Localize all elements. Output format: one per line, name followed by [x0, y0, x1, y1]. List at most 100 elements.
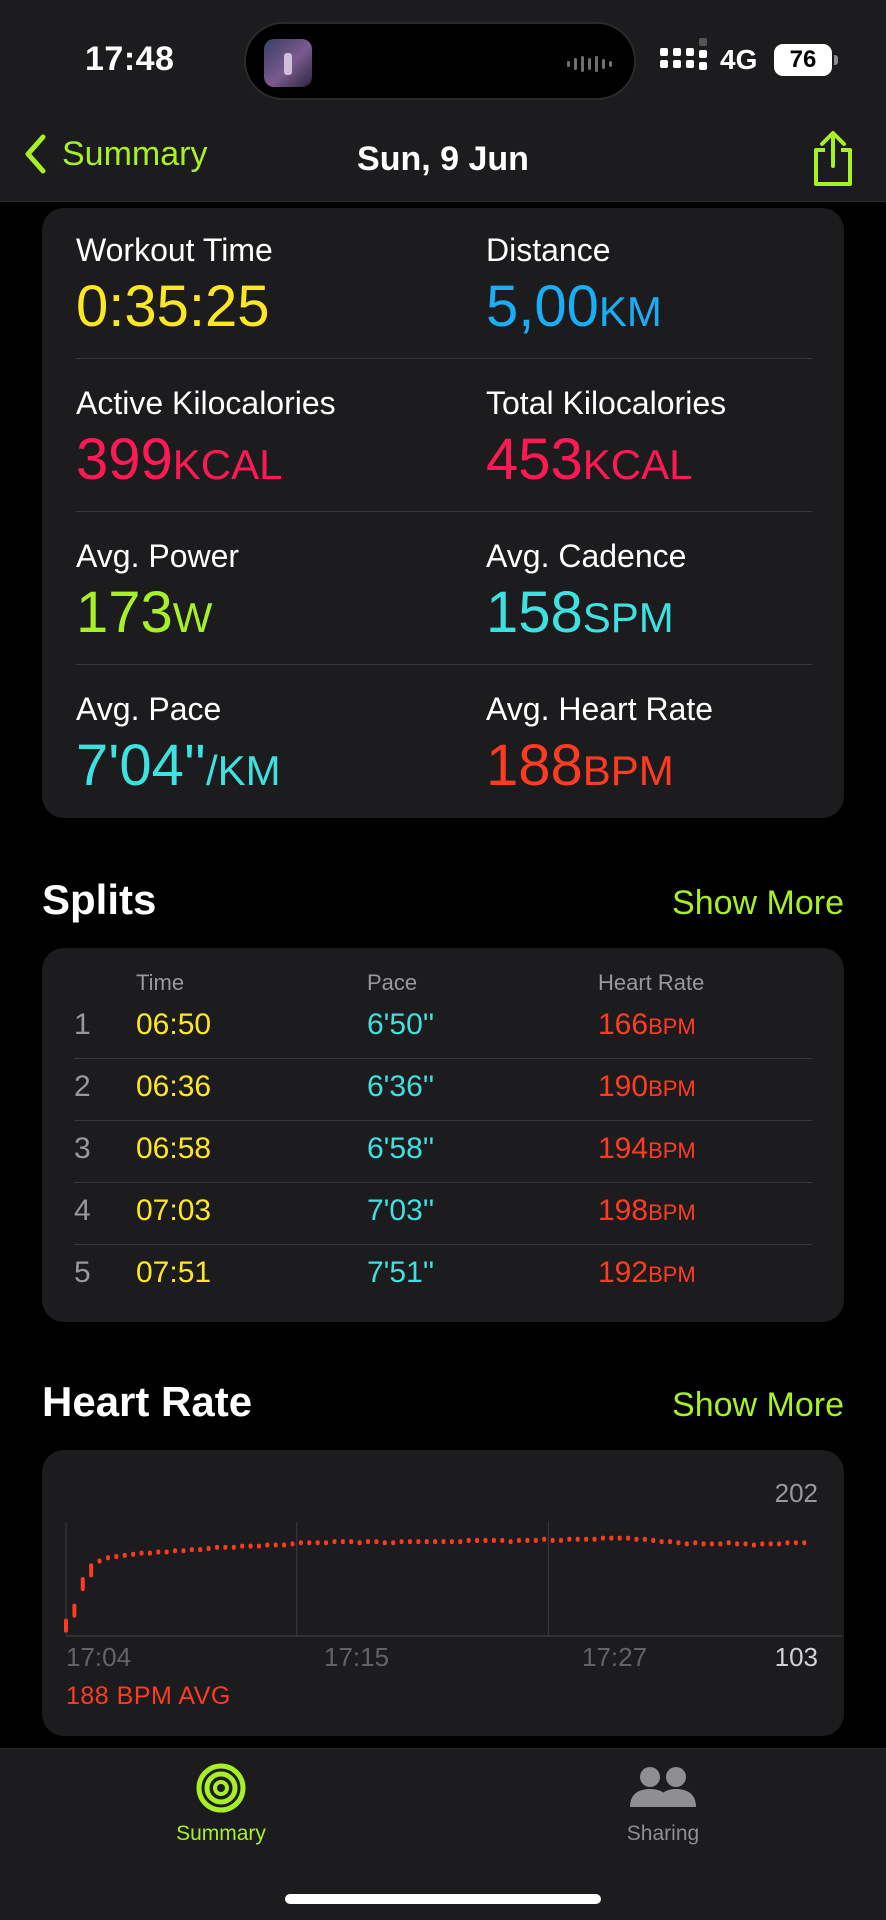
heart-rate-point [709, 1541, 714, 1547]
heart-rate-point [382, 1540, 387, 1546]
table-row: 2 06:36 6'36'' 190BPM [42, 1056, 844, 1118]
metric-label: Avg. Cadence [486, 538, 687, 574]
heart-rate-point [424, 1539, 429, 1545]
heart-rate-point [391, 1540, 396, 1546]
heart-rate-point [567, 1536, 572, 1542]
split-index: 1 [74, 1008, 91, 1041]
heart-rate-point [407, 1539, 412, 1545]
heart-rate-point [743, 1541, 748, 1547]
heart-rate-point [248, 1543, 253, 1549]
heart-rate-point [483, 1537, 488, 1543]
heart-rate-point [298, 1540, 303, 1546]
table-row: 4 07:03 7'03'' 198BPM [42, 1180, 844, 1242]
metric-value: 399KCAL [76, 427, 283, 492]
heart-rate-point [131, 1551, 136, 1557]
heart-rate-point [651, 1537, 656, 1543]
heart-rate-point [550, 1537, 555, 1543]
metric-label: Avg. Pace [76, 691, 222, 727]
heart-rate-point [508, 1539, 513, 1545]
split-time: 07:51 [136, 1256, 212, 1289]
split-heart-rate: 166BPM [598, 1008, 696, 1041]
heart-rate-section-title: Heart Rate [42, 1378, 253, 1425]
heart-rate-point [173, 1548, 178, 1554]
heart-rate-point [491, 1537, 496, 1543]
heart-rate-point [785, 1540, 790, 1546]
heart-rate-point [307, 1540, 312, 1546]
x-tick-label: 17:15 [324, 1642, 390, 1672]
home-indicator[interactable] [285, 1894, 601, 1904]
splits-header-heart-rate: Heart Rate [598, 970, 705, 995]
tab-summary[interactable]: Summary [121, 1763, 321, 1846]
now-playing-artwork[interactable] [264, 39, 312, 87]
heart-rate-point [558, 1537, 563, 1543]
heart-rate-point [366, 1539, 371, 1545]
split-pace: 7'51'' [367, 1256, 435, 1289]
tab-label: Sharing [626, 1822, 700, 1845]
heart-rate-point [114, 1554, 119, 1560]
heart-rate-point [693, 1540, 698, 1546]
heart-rate-point [164, 1549, 169, 1555]
heart-rate-point [215, 1544, 220, 1550]
heart-rate-point [273, 1542, 278, 1548]
share-button[interactable] [810, 130, 856, 193]
heart-rate-point [89, 1563, 94, 1578]
split-index: 5 [74, 1256, 91, 1289]
heart-rate-point [676, 1540, 681, 1546]
chart-min-label: 103 [774, 1642, 818, 1672]
heart-rate-point [122, 1552, 127, 1558]
heart-rate-card[interactable]: 202 17:04 17:15 17:27 103 188 BPM AVG [42, 1450, 844, 1736]
tab-sharing[interactable]: Sharing [563, 1763, 763, 1846]
heart-rate-point [609, 1535, 614, 1541]
heart-rate-point [726, 1540, 731, 1546]
heart-rate-point [433, 1539, 438, 1545]
heart-rate-point [777, 1541, 782, 1547]
split-index: 3 [74, 1132, 91, 1165]
workout-summary-card: Workout Time 0:35:25 Distance 5,00KM Act… [42, 208, 844, 818]
splits-show-more-button[interactable]: Show More [672, 884, 844, 923]
split-heart-rate: 194BPM [598, 1132, 696, 1165]
metric-label: Active Kilocalories [76, 385, 336, 421]
heart-rate-point [181, 1548, 186, 1554]
heart-rate-point [282, 1542, 287, 1548]
heart-rate-point [80, 1577, 85, 1592]
heart-rate-point [584, 1536, 589, 1542]
heart-rate-point [768, 1541, 773, 1547]
heart-rate-point [399, 1539, 404, 1545]
status-time: 17:48 [85, 40, 175, 78]
metric-label: Total Kilocalories [486, 385, 727, 421]
heart-rate-point [449, 1539, 454, 1545]
dynamic-island[interactable] [244, 22, 636, 100]
split-time: 06:36 [136, 1070, 212, 1103]
heart-rate-point [72, 1603, 77, 1618]
metric-value: 188BPM [486, 733, 674, 798]
heart-rate-point [105, 1555, 110, 1561]
heart-rate-point [374, 1539, 379, 1545]
heart-rate-point [324, 1540, 329, 1546]
table-row: 1 06:50 6'50'' 166BPM [42, 994, 844, 1056]
metric-avg-pace: Avg. Pace 7'04''/KM [76, 691, 456, 799]
metric-value: 7'04''/KM [76, 733, 281, 798]
heart-rate-point [617, 1535, 622, 1541]
split-time: 06:50 [136, 1008, 212, 1041]
heart-rate-show-more-button[interactable]: Show More [672, 1386, 844, 1425]
split-heart-rate: 190BPM [598, 1070, 696, 1103]
metric-workout-time: Workout Time 0:35:25 [76, 232, 456, 340]
heart-rate-point [315, 1540, 320, 1546]
metric-label: Distance [486, 232, 611, 268]
metric-total-kilocalories: Total Kilocalories 453KCAL [486, 385, 866, 493]
heart-rate-point [198, 1547, 203, 1553]
table-row: 5 07:51 7'51'' 192BPM [42, 1242, 844, 1304]
heart-rate-point [416, 1539, 421, 1545]
metric-active-kilocalories: Active Kilocalories 399KCAL [76, 385, 456, 493]
status-bar: 17:48 4G 76 [0, 0, 886, 120]
divider [76, 511, 812, 512]
heart-rate-point [718, 1541, 723, 1547]
heart-rate-point [500, 1537, 505, 1543]
split-pace: 6'50'' [367, 1008, 435, 1041]
metric-avg-power: Avg. Power 173W [76, 538, 456, 646]
metric-label: Workout Time [76, 232, 273, 268]
heart-rate-point [290, 1541, 295, 1547]
split-heart-rate: 198BPM [598, 1194, 696, 1227]
heart-rate-point [466, 1537, 471, 1543]
heart-rate-point [600, 1535, 605, 1541]
